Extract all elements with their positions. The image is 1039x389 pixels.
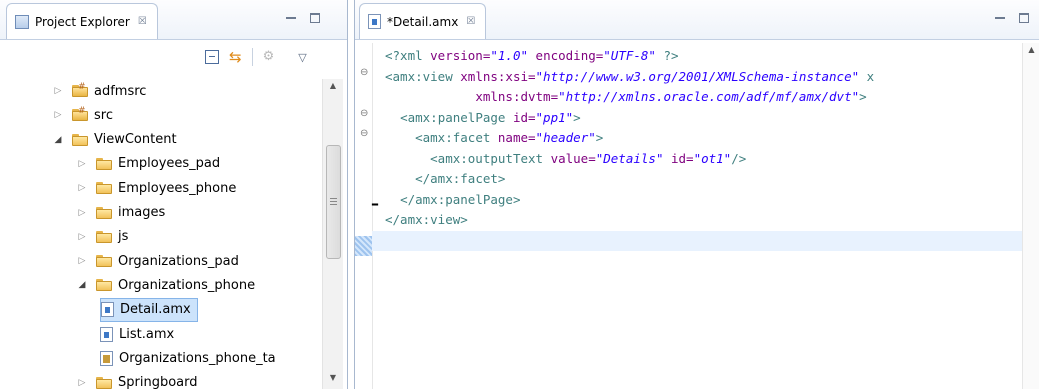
scroll-thumb[interactable] <box>326 145 341 259</box>
code-line[interactable] <box>372 230 1023 251</box>
tab-project-explorer[interactable]: Project Explorer ☒ <box>6 3 158 39</box>
code-line[interactable]: </amx:view> <box>385 210 1023 231</box>
close-icon[interactable]: ☒ <box>138 16 147 27</box>
editor-view: *Detail.amx ☒ ⊖ ⊖ ⊖ – <?xml version="1.0" … <box>354 0 1039 389</box>
fold-toggle-icon[interactable]: ⊖ <box>360 128 368 139</box>
change-marker <box>355 236 372 256</box>
focus-icon[interactable]: ⚙ <box>263 50 275 64</box>
tree-item-label: Employees_pad <box>118 156 221 172</box>
collapse-arrow-icon[interactable]: ◢ <box>52 135 64 145</box>
tree-item-label: Organizations_pad <box>118 253 239 269</box>
code-line[interactable]: </amx:panelPage> <box>385 190 1023 211</box>
folder-icon <box>96 182 112 195</box>
tree-item[interactable]: ▷ Organizations_pad <box>76 249 239 273</box>
project-explorer-title: Project Explorer <box>35 14 130 29</box>
code-line[interactable]: <amx:outputText value="Details" id="ot1"… <box>385 149 1023 170</box>
folder-icon <box>72 133 88 146</box>
expand-arrow-icon[interactable]: ▷ <box>76 208 88 218</box>
editor-gutter[interactable]: ⊖ ⊖ ⊖ <box>355 43 373 389</box>
code-line[interactable]: <?xml version="1.0" encoding="UTF-8" ?> <box>385 46 1023 67</box>
tree-item-label: images <box>118 205 166 220</box>
code-line[interactable]: <amx:facet name="header"> <box>385 128 1023 149</box>
folder-icon <box>96 157 112 170</box>
folder-icon <box>96 279 112 292</box>
tree-item[interactable]: ▷ # src <box>52 103 113 127</box>
source-folder-icon: # <box>72 106 88 122</box>
amx-file-icon <box>368 14 381 29</box>
amx-file-icon <box>101 302 114 318</box>
fold-toggle-icon[interactable]: ⊖ <box>360 67 368 78</box>
tree-item[interactable]: ▷ Employees_pad <box>76 152 221 176</box>
maximize-icon[interactable] <box>310 13 320 23</box>
tree-item[interactable]: Detail.amx <box>100 297 198 322</box>
tree-item-label: Organizations_phone_ta <box>119 350 276 366</box>
editor-scrollbar[interactable]: ▲ <box>1022 43 1039 389</box>
expand-arrow-icon[interactable]: ▷ <box>76 256 88 266</box>
tree-item-label: src <box>94 107 113 123</box>
tree-item[interactable]: ◢ ViewContent <box>52 128 177 152</box>
tree-item[interactable]: ▷ # adfmsrc <box>52 79 147 103</box>
tree-item[interactable]: List.amx <box>100 322 174 346</box>
code-line[interactable]: </amx:facet> <box>385 169 1023 190</box>
expand-arrow-icon[interactable]: ▷ <box>76 159 88 169</box>
minimize-icon[interactable] <box>286 17 296 20</box>
folder-icon <box>96 206 112 219</box>
project-explorer-tabbar: Project Explorer ☒ <box>0 0 347 40</box>
close-icon[interactable]: ☒ <box>466 16 475 27</box>
code-line[interactable]: <amx:view xmlns:xsi="http://www.w3.org/2… <box>385 67 1023 88</box>
project-explorer-view: Project Explorer ☒ ⇆ ⚙ ▽ ▷ # adfmsrc ▷ # src ◢… <box>0 0 348 389</box>
tree-item-label: ViewContent <box>94 132 177 148</box>
maximize-icon[interactable] <box>1019 13 1029 23</box>
amx-file-icon <box>100 326 113 342</box>
tree-item[interactable]: ▷ Springboard <box>76 371 198 389</box>
expand-arrow-icon[interactable]: ▷ <box>76 378 88 388</box>
taskflow-file-icon <box>100 350 113 366</box>
folder-icon <box>96 230 112 243</box>
tree-item-label: Organizations_phone <box>118 277 256 293</box>
tab-detail-amx[interactable]: *Detail.amx ☒ <box>359 3 487 39</box>
project-explorer-icon <box>15 14 29 29</box>
tree-item-label: Employees_phone <box>118 180 237 196</box>
folder-icon <box>96 376 112 389</box>
tree-item[interactable]: ▷ Employees_phone <box>76 176 237 200</box>
code-editor[interactable]: <?xml version="1.0" encoding="UTF-8" ?> <… <box>372 46 1023 251</box>
tree-item-label: Springboard <box>118 375 198 389</box>
scroll-down-icon[interactable]: ▼ <box>323 373 343 389</box>
code-line[interactable]: <amx:panelPage id="pp1"> <box>385 108 1023 129</box>
quick-diff-marker: – <box>371 194 379 213</box>
toolbar-separator <box>251 48 253 66</box>
view-menu-icon[interactable]: ▽ <box>298 51 306 64</box>
minimize-icon[interactable] <box>995 17 1005 20</box>
tree-item[interactable]: ◢ Organizations_phone <box>76 273 256 297</box>
tree-item[interactable]: ▷ js <box>76 225 129 249</box>
tree-item-label: List.amx <box>119 326 175 342</box>
folder-icon <box>96 255 112 268</box>
tree-item[interactable]: Organizations_phone_ta <box>100 346 276 370</box>
tree-item-label: js <box>118 229 129 245</box>
link-with-editor-icon[interactable]: ⇆ <box>229 50 242 65</box>
code-line[interactable]: xmlns:dvtm="http://xmlns.oracle.com/adf/… <box>385 87 1023 108</box>
project-explorer-toolbar: ⇆ ⚙ ▽ <box>205 48 307 66</box>
collapse-arrow-icon[interactable]: ◢ <box>76 280 88 290</box>
editor-tab-title: *Detail.amx <box>387 14 459 29</box>
fold-toggle-icon[interactable]: ⊖ <box>360 108 368 119</box>
collapse-all-icon[interactable] <box>205 50 219 64</box>
scroll-up-icon[interactable]: ▲ <box>323 81 343 97</box>
tree-item-label: adfmsrc <box>94 83 147 99</box>
expand-arrow-icon[interactable]: ▷ <box>76 183 88 193</box>
source-folder-icon: # <box>72 82 88 97</box>
expand-arrow-icon[interactable]: ▷ <box>52 86 64 96</box>
expand-arrow-icon[interactable]: ▷ <box>76 232 88 242</box>
expand-arrow-icon[interactable]: ▷ <box>52 110 64 120</box>
scroll-up-icon[interactable]: ▲ <box>1023 45 1039 61</box>
editor-tabbar: *Detail.amx ☒ <box>355 0 1039 40</box>
tree-item-label: Detail.amx <box>120 302 191 318</box>
tree-item[interactable]: ▷ images <box>76 201 166 225</box>
tree-scrollbar[interactable]: ▲ ▼ <box>322 79 343 389</box>
